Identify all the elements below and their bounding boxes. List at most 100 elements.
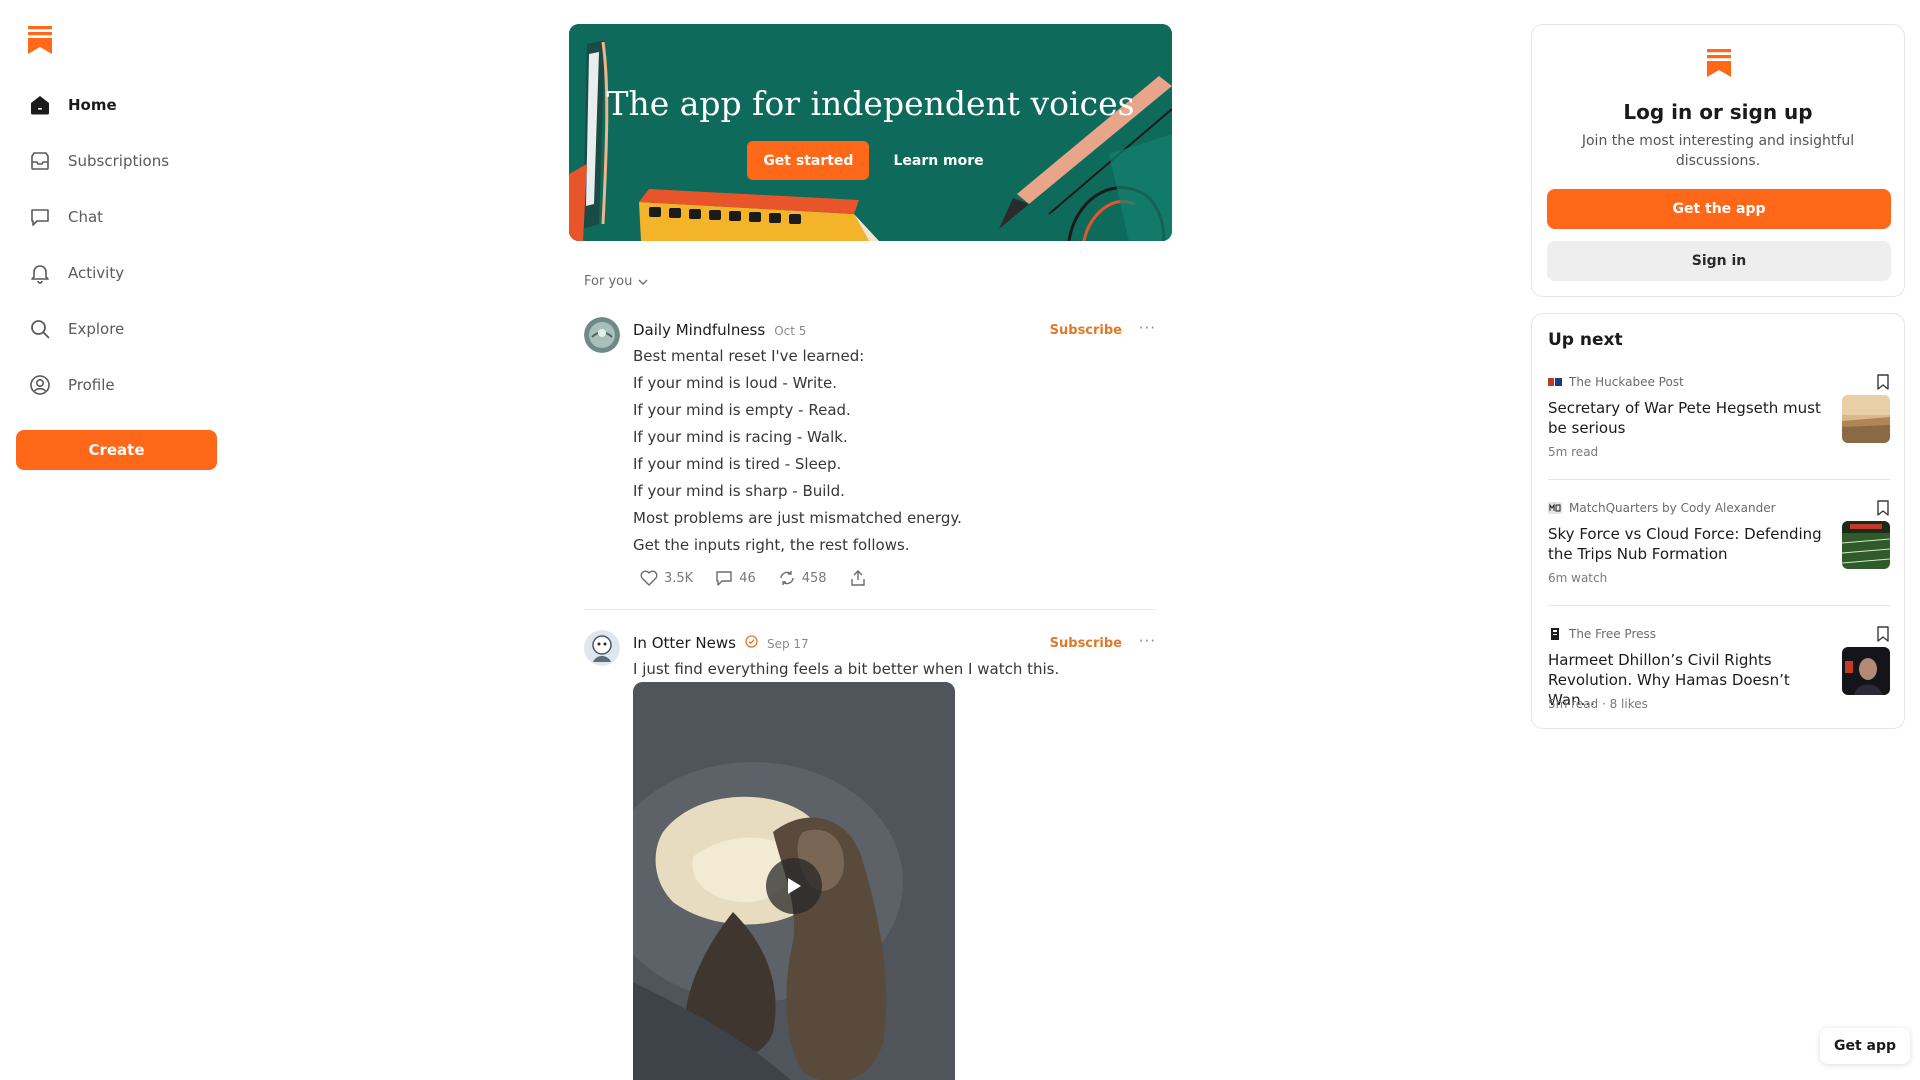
- publication-name[interactable]: In Otter News: [633, 634, 736, 652]
- post-line: If your mind is racing - Walk.: [633, 428, 848, 446]
- up-next-item-meta: 5m read · 8 likes: [1548, 697, 1648, 711]
- inbox-icon: [28, 149, 52, 173]
- like-count: 3.5K: [664, 570, 694, 586]
- hero-title: The app for independent voices: [606, 84, 1135, 123]
- bell-icon: [28, 261, 52, 285]
- nav-item-home[interactable]: Home: [16, 83, 216, 127]
- post-body: Best mental reset I've learned: If your …: [633, 343, 1153, 559]
- post-line: If your mind is tired - Sleep.: [633, 455, 842, 473]
- play-button[interactable]: [766, 858, 822, 914]
- nav-item-profile[interactable]: Profile: [16, 363, 216, 407]
- post-line: Most problems are just mismatched energy…: [633, 509, 962, 527]
- home-icon: [28, 93, 52, 117]
- chat-bubble-icon: [28, 205, 52, 229]
- bookmark-icon[interactable]: [1876, 374, 1890, 390]
- up-next-divider: [1548, 605, 1890, 606]
- create-button[interactable]: Create: [16, 430, 217, 470]
- publication-avatar[interactable]: [584, 317, 620, 353]
- nav-item-explore[interactable]: Explore: [16, 307, 216, 351]
- post-video[interactable]: [633, 682, 955, 1080]
- left-sidebar: Home Subscriptions Chat Activity Explore…: [0, 0, 230, 1080]
- login-card: Log in or sign up Join the most interest…: [1531, 24, 1905, 297]
- comment-count: 46: [739, 570, 756, 586]
- up-next-source-name: MatchQuarters by Cody Alexander: [1569, 501, 1776, 515]
- up-next-panel: Up next The Huckabee Post Secretary of W…: [1531, 313, 1905, 729]
- nav-item-chat[interactable]: Chat: [16, 195, 216, 239]
- heart-icon: [640, 570, 658, 586]
- get-started-button[interactable]: Get started: [747, 141, 870, 180]
- post-header: In Otter News Sep 17: [633, 634, 809, 652]
- user-circle-icon: [28, 373, 52, 397]
- learn-more-button[interactable]: Learn more: [883, 141, 993, 180]
- publication-name[interactable]: Daily Mindfulness: [633, 321, 765, 339]
- chevron-down-icon: [638, 279, 648, 285]
- up-next-source-name: The Free Press: [1569, 627, 1656, 641]
- feed-post: In Otter News Sep 17 Subscribe ··· I jus…: [584, 630, 1156, 1080]
- substack-logo-icon: [1707, 49, 1731, 77]
- up-next-source: The Free Press: [1548, 627, 1656, 641]
- subscribe-button[interactable]: Subscribe: [1050, 636, 1122, 651]
- share-button[interactable]: [849, 570, 867, 586]
- feed-filter-dropdown[interactable]: For you: [584, 274, 648, 289]
- up-next-item-meta: 6m watch: [1548, 571, 1608, 585]
- restack-icon: [780, 571, 794, 585]
- get-the-app-button[interactable]: Get the app: [1547, 189, 1891, 229]
- verified-check-icon: [745, 635, 758, 648]
- up-next-item[interactable]: MatchQuarters by Cody Alexander Sky Forc…: [1548, 494, 1890, 609]
- nav-item-subscriptions[interactable]: Subscriptions: [16, 139, 216, 183]
- up-next-source: MatchQuarters by Cody Alexander: [1548, 501, 1776, 515]
- more-options-icon[interactable]: ···: [1139, 319, 1156, 337]
- up-next-item-title: Secretary of War Pete Hegseth must be se…: [1548, 399, 1821, 437]
- share-icon: [850, 570, 865, 586]
- nav-label-profile: Profile: [68, 376, 115, 394]
- more-options-icon[interactable]: ···: [1139, 632, 1156, 650]
- nav-label-subscriptions: Subscriptions: [68, 152, 170, 170]
- post-divider: [584, 609, 1156, 610]
- feed-post: Daily Mindfulness Oct 5 Subscribe ··· Be…: [584, 317, 1156, 597]
- bookmark-icon[interactable]: [1876, 500, 1890, 516]
- post-date: Oct 5: [774, 324, 807, 338]
- up-next-item[interactable]: The Free Press Harmeet Dhillon’s Civil R…: [1548, 620, 1890, 735]
- up-next-title: Up next: [1548, 330, 1623, 350]
- feed-filter-label: For you: [584, 274, 633, 289]
- comment-icon: [716, 571, 732, 586]
- up-next-source: The Huckabee Post: [1548, 375, 1684, 389]
- hero-illustration: [569, 24, 1172, 241]
- restack-count: 458: [801, 570, 827, 586]
- up-next-item[interactable]: The Huckabee Post Secretary of War Pete …: [1548, 368, 1890, 483]
- up-next-source-name: The Huckabee Post: [1569, 375, 1684, 389]
- restack-button[interactable]: 458: [778, 570, 827, 586]
- hero-banner: The app for independent voices Get start…: [569, 24, 1172, 241]
- post-text: I just find everything feels a bit bette…: [633, 660, 1060, 678]
- post-actions: 3.5K 46 458: [640, 570, 867, 586]
- post-header: Daily Mindfulness Oct 5: [633, 321, 806, 339]
- nav-label-activity: Activity: [68, 264, 125, 282]
- post-line: Best mental reset I've learned:: [633, 347, 865, 365]
- post-line: If your mind is sharp - Build.: [633, 482, 845, 500]
- post-line: If your mind is loud - Write.: [633, 374, 837, 392]
- bookmark-icon[interactable]: [1876, 626, 1890, 642]
- post-line: Get the inputs right, the rest follows.: [633, 536, 910, 554]
- play-icon: [788, 878, 801, 894]
- up-next-thumbnail: [1842, 395, 1890, 443]
- nav-label-chat: Chat: [68, 208, 104, 226]
- up-next-divider: [1548, 479, 1890, 480]
- huckabee-post-logo-icon: [1548, 378, 1562, 386]
- sign-in-button[interactable]: Sign in: [1547, 241, 1891, 281]
- floating-get-app-button[interactable]: Get app: [1820, 1028, 1910, 1064]
- nav-item-activity[interactable]: Activity: [16, 251, 216, 295]
- login-title: Log in or sign up: [1623, 100, 1813, 124]
- up-next-item-title: Sky Force vs Cloud Force: Defending the …: [1548, 525, 1822, 563]
- publication-avatar[interactable]: [584, 630, 620, 666]
- free-press-logo-icon: [1551, 628, 1559, 640]
- nav-label-explore: Explore: [68, 320, 125, 338]
- substack-logo-icon[interactable]: [28, 26, 52, 54]
- hero-actions: Get started Learn more: [569, 141, 1172, 180]
- matchquarters-logo-icon: [1548, 502, 1562, 514]
- comment-button[interactable]: 46: [715, 570, 756, 586]
- up-next-thumbnail: [1842, 647, 1890, 695]
- like-button[interactable]: 3.5K: [640, 570, 693, 586]
- post-line: If your mind is empty - Read.: [633, 401, 851, 419]
- post-body: I just find everything feels a bit bette…: [633, 656, 1153, 683]
- subscribe-button[interactable]: Subscribe: [1050, 323, 1122, 338]
